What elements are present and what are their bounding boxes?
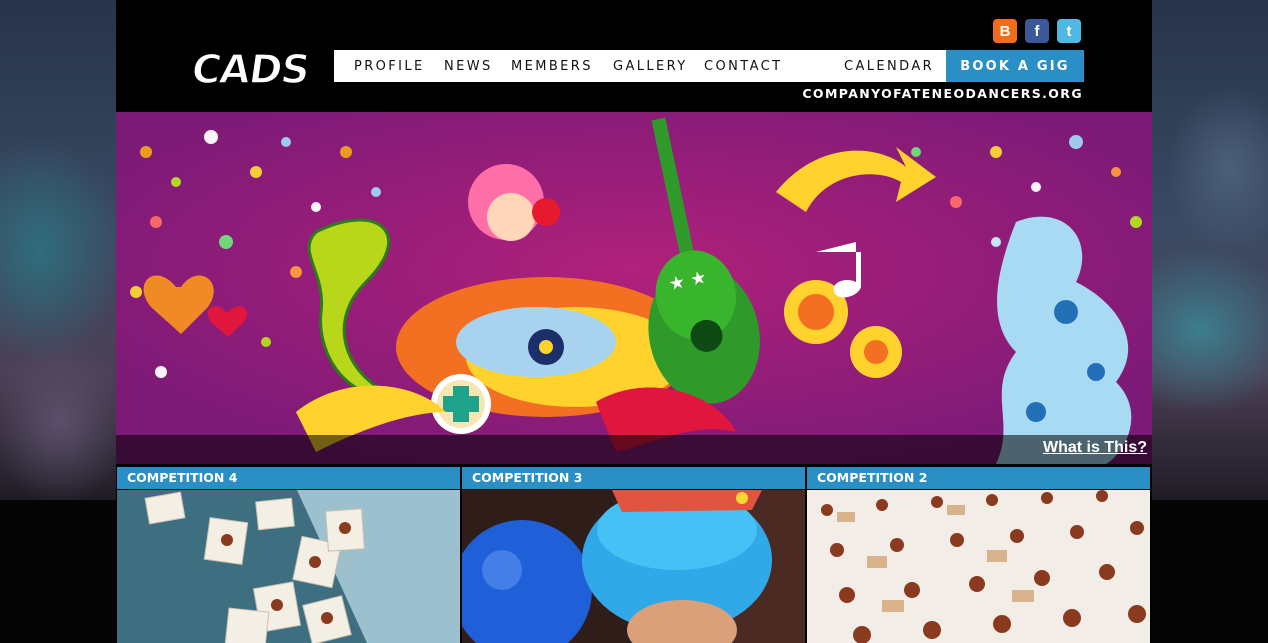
- nav-news[interactable]: NEWS: [444, 59, 493, 74]
- hero-illustration: ★ ★: [116, 112, 1152, 464]
- nav-profile[interactable]: PROFILE: [354, 59, 425, 74]
- book-a-gig-button[interactable]: BOOK A GIG: [946, 50, 1084, 82]
- nav-gallery[interactable]: GALLERY: [613, 59, 688, 74]
- competition-card[interactable]: COMPETITION 2: [807, 467, 1150, 643]
- card-title: COMPETITION 3: [462, 467, 805, 489]
- cads-logo[interactable]: CADS: [184, 40, 318, 92]
- social-links: B f t: [993, 19, 1081, 43]
- blogger-icon[interactable]: B: [993, 19, 1017, 43]
- competition-card[interactable]: COMPETITION 3: [462, 467, 805, 643]
- competition-card[interactable]: COMPETITION 4: [117, 467, 460, 643]
- nav-contact[interactable]: CONTACT: [704, 59, 782, 74]
- competition-photo: [807, 490, 1150, 643]
- hero-caption-bar: [116, 435, 1152, 464]
- nav-calendar[interactable]: CALENDAR: [844, 59, 934, 74]
- facebook-icon[interactable]: f: [1025, 19, 1049, 43]
- site-url: COMPANYOFATENEODANCERS.ORG: [802, 86, 1083, 101]
- competition-photo: [462, 490, 805, 643]
- nav-members[interactable]: MEMBERS: [511, 59, 593, 74]
- main-nav: PROFILE NEWS MEMBERS GALLERY CONTACT CAL…: [334, 50, 946, 82]
- page-container: CADS B f t PROFILE NEWS MEMBERS GALLERY …: [116, 0, 1152, 643]
- what-is-this-link[interactable]: What is This?: [1043, 439, 1147, 457]
- competition-photo: [117, 490, 460, 643]
- logo-text: CADS: [189, 47, 313, 92]
- hero-banner: ★ ★ What is This?: [116, 112, 1152, 464]
- card-title: COMPETITION 4: [117, 467, 460, 489]
- card-title: COMPETITION 2: [807, 467, 1150, 489]
- competition-cards: COMPETITION 4 COMPETITION 3 COMPETITION …: [117, 467, 1151, 643]
- twitter-icon[interactable]: t: [1057, 19, 1081, 43]
